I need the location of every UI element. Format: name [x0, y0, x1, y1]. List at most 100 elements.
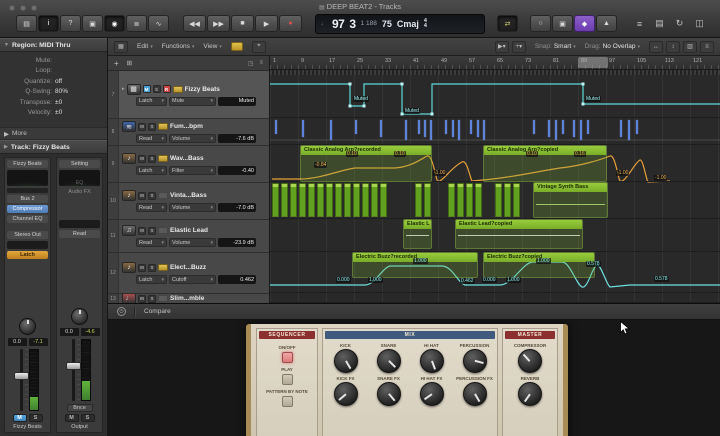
automation-badge-icon[interactable] — [172, 85, 183, 93]
lcd-display[interactable]: ♩ 97 3 1 188 75 Cmaj 44 — [315, 13, 485, 34]
region-inspector-header[interactable]: ▼ Region: MIDI Thru — [0, 38, 107, 52]
sliced-region[interactable] — [513, 183, 520, 217]
sliced-region[interactable] — [495, 183, 502, 217]
drag-menu[interactable]: Drag: No Overlap ▾ — [585, 43, 640, 50]
peak-value[interactable]: -4.6 — [80, 328, 100, 336]
track-solo-button[interactable]: S — [152, 85, 161, 93]
automation-mode-button[interactable]: Latch — [7, 251, 48, 259]
mixer-button[interactable]: ≣ — [126, 15, 147, 32]
empty-fx-slot[interactable] — [59, 220, 100, 228]
sliced-region[interactable] — [299, 183, 306, 217]
track-mute-button[interactable]: M — [138, 154, 146, 163]
eq-thumbnail[interactable] — [7, 170, 48, 186]
automation-param-dropdown[interactable]: Volume ▾ — [169, 203, 216, 212]
region-parameter-row[interactable]: Mute: — [0, 55, 107, 66]
snare-fx-knob[interactable] — [376, 382, 401, 406]
automation-value[interactable]: Muted — [218, 96, 256, 106]
automation-value[interactable]: -7.0 dB — [218, 203, 256, 212]
region[interactable]: Electric Buzz?recorded — [352, 252, 478, 278]
automation-param-dropdown[interactable]: Filter ▾ — [169, 166, 216, 175]
region[interactable]: Elastic L — [403, 219, 432, 249]
menu-edit[interactable]: Edit ▾ — [137, 43, 153, 50]
setting-button[interactable]: Setting — [59, 160, 100, 168]
sliced-region[interactable] — [308, 183, 315, 217]
automation-badge-icon[interactable] — [158, 123, 168, 130]
sliced-region[interactable] — [317, 183, 324, 217]
zoom-presets-button[interactable]: ▥ — [683, 40, 697, 53]
track-solo-button[interactable]: S — [148, 294, 156, 303]
track-solo-button[interactable]: S — [148, 191, 156, 200]
automation-badge-icon[interactable] — [158, 295, 168, 302]
track-lane[interactable] — [270, 70, 720, 118]
autopunch-button[interactable]: ▣ — [552, 15, 573, 32]
record-button[interactable]: ● — [279, 15, 302, 32]
sliced-region[interactable] — [344, 183, 351, 217]
midi-fx-slot[interactable] — [7, 188, 48, 193]
pointer-tool-button[interactable]: ▶▾ — [494, 40, 509, 53]
automation-badge-icon[interactable] — [158, 264, 168, 271]
region[interactable]: Elastic Lead?copied — [455, 219, 583, 249]
track-list-option-icon[interactable]: ◳ — [248, 60, 254, 67]
region[interactable]: Classic Analog Arp?copied — [483, 145, 607, 182]
sliced-region[interactable] — [326, 183, 333, 217]
compressor-plugin-slot[interactable]: Compressor — [7, 205, 48, 213]
editors-button[interactable]: ∿ — [148, 15, 169, 32]
metronome-button[interactable]: ▲ — [596, 15, 617, 32]
sliced-region[interactable] — [457, 183, 464, 217]
region-parameter-row[interactable]: Quantize: off — [0, 76, 107, 87]
sliced-region[interactable] — [380, 183, 387, 217]
snare-knob[interactable] — [376, 349, 401, 373]
sliced-region[interactable] — [353, 183, 360, 217]
collapse-tracks-button[interactable]: ≡ — [700, 40, 714, 53]
kick-knob[interactable] — [333, 349, 358, 373]
quick-help-button[interactable]: ? — [60, 15, 81, 32]
track-solo-button[interactable]: S — [148, 226, 156, 235]
track-row[interactable]: 10 ♪ M S Vinta...Bass Read ▾ Volume ▾ -7.0 dB — [108, 183, 269, 220]
automation-mode-button[interactable]: Read — [59, 230, 100, 238]
low-latency-button[interactable]: ◆ — [574, 15, 595, 32]
track-row[interactable]: 9 ♪ M S Wav...Bass Latch ▾ Filter ▾ -0.40 — [108, 146, 269, 183]
track-mute-button[interactable]: M — [142, 85, 151, 93]
sliced-region[interactable] — [415, 183, 422, 217]
volume-value[interactable]: 0.0 — [7, 338, 27, 346]
track-row[interactable]: 13 ♩ M S Slim...mble — [108, 294, 269, 303]
strip-name-button[interactable]: Fizzy Beats — [7, 160, 48, 168]
track-record-button[interactable]: R — [162, 85, 171, 93]
mute-button[interactable]: M — [12, 414, 27, 422]
note-pads-button[interactable]: ▤ — [651, 16, 668, 31]
smart-controls-button[interactable]: ◉ — [104, 15, 125, 32]
automation-mode-dropdown[interactable]: Latch ▾ — [136, 96, 167, 106]
menu-view[interactable]: View ▾ — [203, 43, 222, 50]
automation-param-dropdown[interactable]: Volume ▾ — [169, 134, 216, 143]
automation-toggle-icon[interactable] — [230, 42, 243, 51]
sliced-region[interactable] — [290, 183, 297, 217]
automation-mode-dropdown[interactable]: Read ▾ — [136, 203, 167, 212]
solo-button[interactable]: S — [28, 414, 43, 422]
sliced-region[interactable] — [272, 183, 279, 217]
automation-value[interactable]: 0.462 — [218, 275, 256, 284]
automation-badge-icon[interactable] — [158, 227, 168, 234]
sliced-region[interactable] — [371, 183, 378, 217]
sliced-region[interactable] — [466, 183, 473, 217]
power-button[interactable]: ⏻ — [117, 307, 126, 316]
automation-value[interactable]: -23.9 dB — [218, 238, 256, 247]
output-slot[interactable]: Stereo Out — [7, 231, 48, 239]
automation-value[interactable]: -0.40 — [218, 166, 256, 175]
automation-param-dropdown[interactable]: Cutoff ▾ — [169, 275, 216, 284]
track-row[interactable]: 11 ♫ M S Elastic Lead Read ▾ Volume ▾ -23.9 dB — [108, 220, 269, 253]
pan-knob[interactable] — [19, 318, 36, 335]
marquee-tool-icon[interactable]: ⌖ — [251, 40, 266, 53]
channel-eq-plugin-slot[interactable]: Channel EQ — [7, 215, 48, 223]
bar-ruler[interactable]: 1 9 17 25 33 41 49 57 65 73 81 89 97 105 113 121 — [270, 56, 720, 70]
sliced-region[interactable] — [335, 183, 342, 217]
hi-hat-knob[interactable] — [419, 349, 444, 373]
replace-button[interactable]: ○ — [530, 15, 551, 32]
region-parameter-row[interactable]: Transpose: ±0 — [0, 97, 107, 108]
track-mute-button[interactable]: M — [138, 191, 146, 200]
track-solo-button[interactable]: S — [148, 154, 156, 163]
sliced-region[interactable] — [281, 183, 288, 217]
sliced-region[interactable] — [362, 183, 369, 217]
pattern-by-note-button[interactable] — [281, 396, 293, 407]
volume-value[interactable]: 0.0 — [59, 328, 79, 336]
v-zoom-control[interactable]: ↕ — [666, 40, 680, 53]
